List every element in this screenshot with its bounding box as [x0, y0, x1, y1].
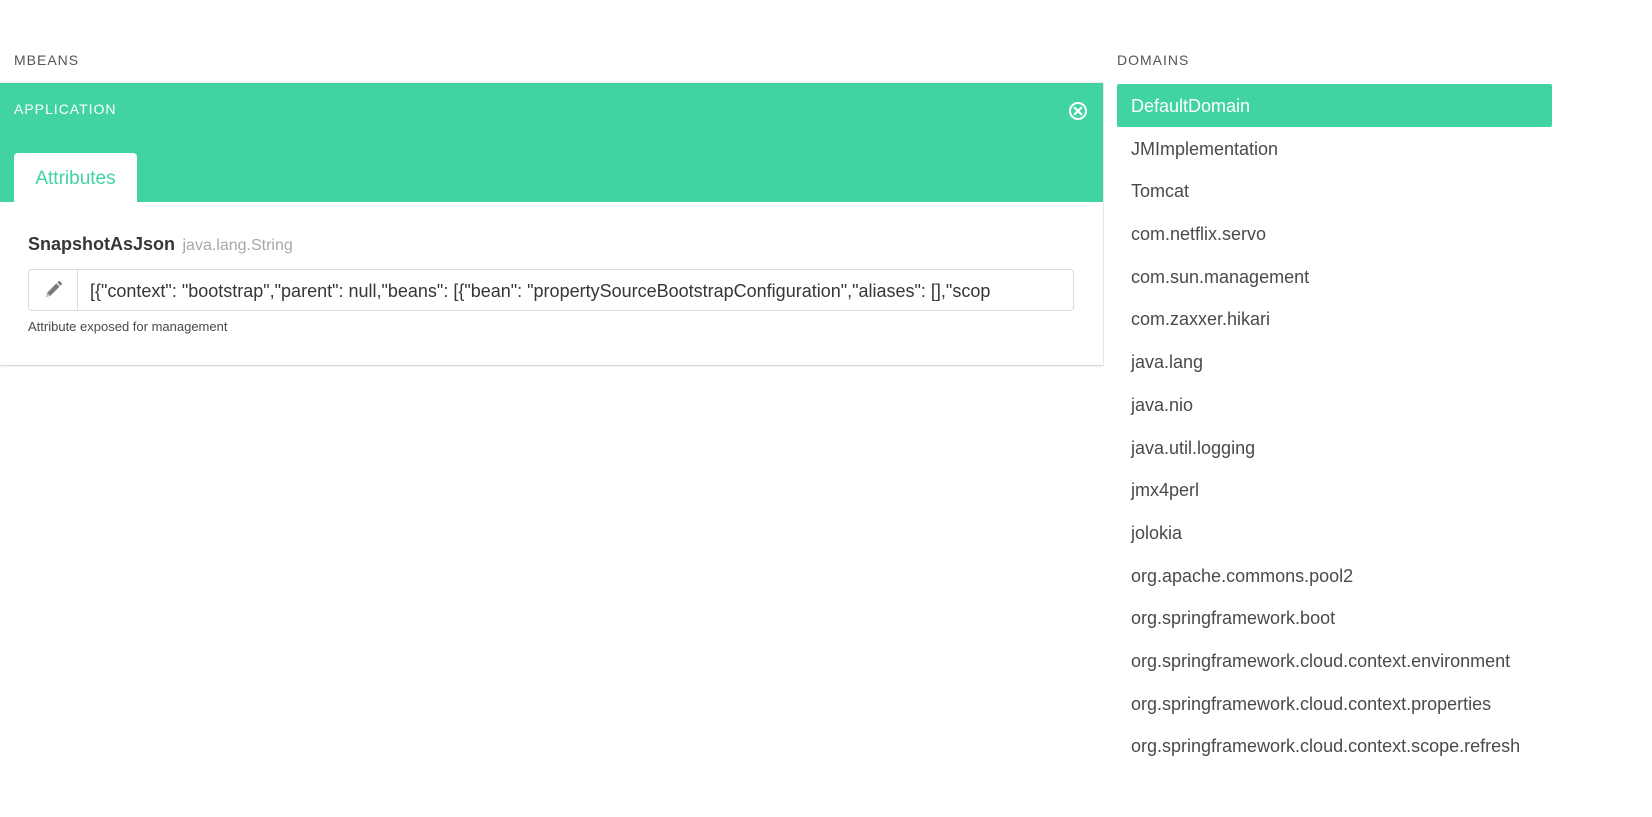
domain-item[interactable]: Tomcat — [1117, 169, 1552, 212]
attribute-value-input[interactable]: [{"context": "bootstrap","parent": null,… — [90, 270, 1030, 310]
domain-item[interactable]: JMImplementation — [1117, 127, 1552, 170]
mbean-card: APPLICATION Attributes SnapshotAsJson ja… — [0, 83, 1103, 365]
attribute-heading: SnapshotAsJson java.lang.String — [28, 234, 293, 255]
domain-item[interactable]: com.zaxxer.hikari — [1117, 297, 1552, 340]
domain-item[interactable]: com.sun.management — [1117, 255, 1552, 298]
domain-item[interactable]: java.nio — [1117, 383, 1552, 426]
edit-attribute-button[interactable] — [29, 270, 78, 310]
page: MBEANS APPLICATION Attributes SnapshotAs… — [0, 0, 1652, 817]
tab-attributes[interactable]: Attributes — [14, 153, 137, 202]
domain-item[interactable]: java.util.logging — [1117, 426, 1552, 469]
mbeans-heading: MBEANS — [14, 52, 80, 68]
domain-item[interactable]: org.apache.commons.pool2 — [1117, 554, 1552, 597]
mbean-title: APPLICATION — [14, 101, 117, 117]
domain-item[interactable]: org.springframework.cloud.context.enviro… — [1117, 639, 1552, 682]
mbeans-panel: MBEANS APPLICATION Attributes SnapshotAs… — [0, 0, 1103, 817]
attribute-name: SnapshotAsJson — [28, 234, 176, 254]
close-button[interactable] — [1068, 101, 1088, 121]
mbean-card-header: APPLICATION Attributes — [0, 83, 1103, 202]
domain-item[interactable]: org.springframework.cloud.context.scope.… — [1117, 724, 1552, 767]
domain-item[interactable]: com.netflix.servo — [1117, 212, 1552, 255]
domain-item[interactable]: java.lang — [1117, 340, 1552, 383]
domains-panel: DOMAINS DefaultDomain JMImplementation T… — [1117, 0, 1552, 817]
domain-item[interactable]: jmx4perl — [1117, 468, 1552, 511]
domain-item[interactable]: org.springframework.boot — [1117, 596, 1552, 639]
close-circle-icon — [1069, 102, 1087, 120]
domain-item[interactable]: jolokia — [1117, 511, 1552, 554]
domain-item[interactable]: DefaultDomain — [1117, 84, 1552, 127]
attribute-type: java.lang.String — [182, 237, 293, 254]
domain-item[interactable]: org.springframework.cloud.context.proper… — [1117, 682, 1552, 725]
attribute-value-field: [{"context": "bootstrap","parent": null,… — [28, 269, 1074, 311]
domain-list: DefaultDomain JMImplementation Tomcat co… — [1117, 84, 1552, 767]
attribute-description: Attribute exposed for management — [28, 319, 228, 334]
domains-heading: DOMAINS — [1117, 52, 1190, 68]
pencil-icon — [46, 281, 62, 297]
